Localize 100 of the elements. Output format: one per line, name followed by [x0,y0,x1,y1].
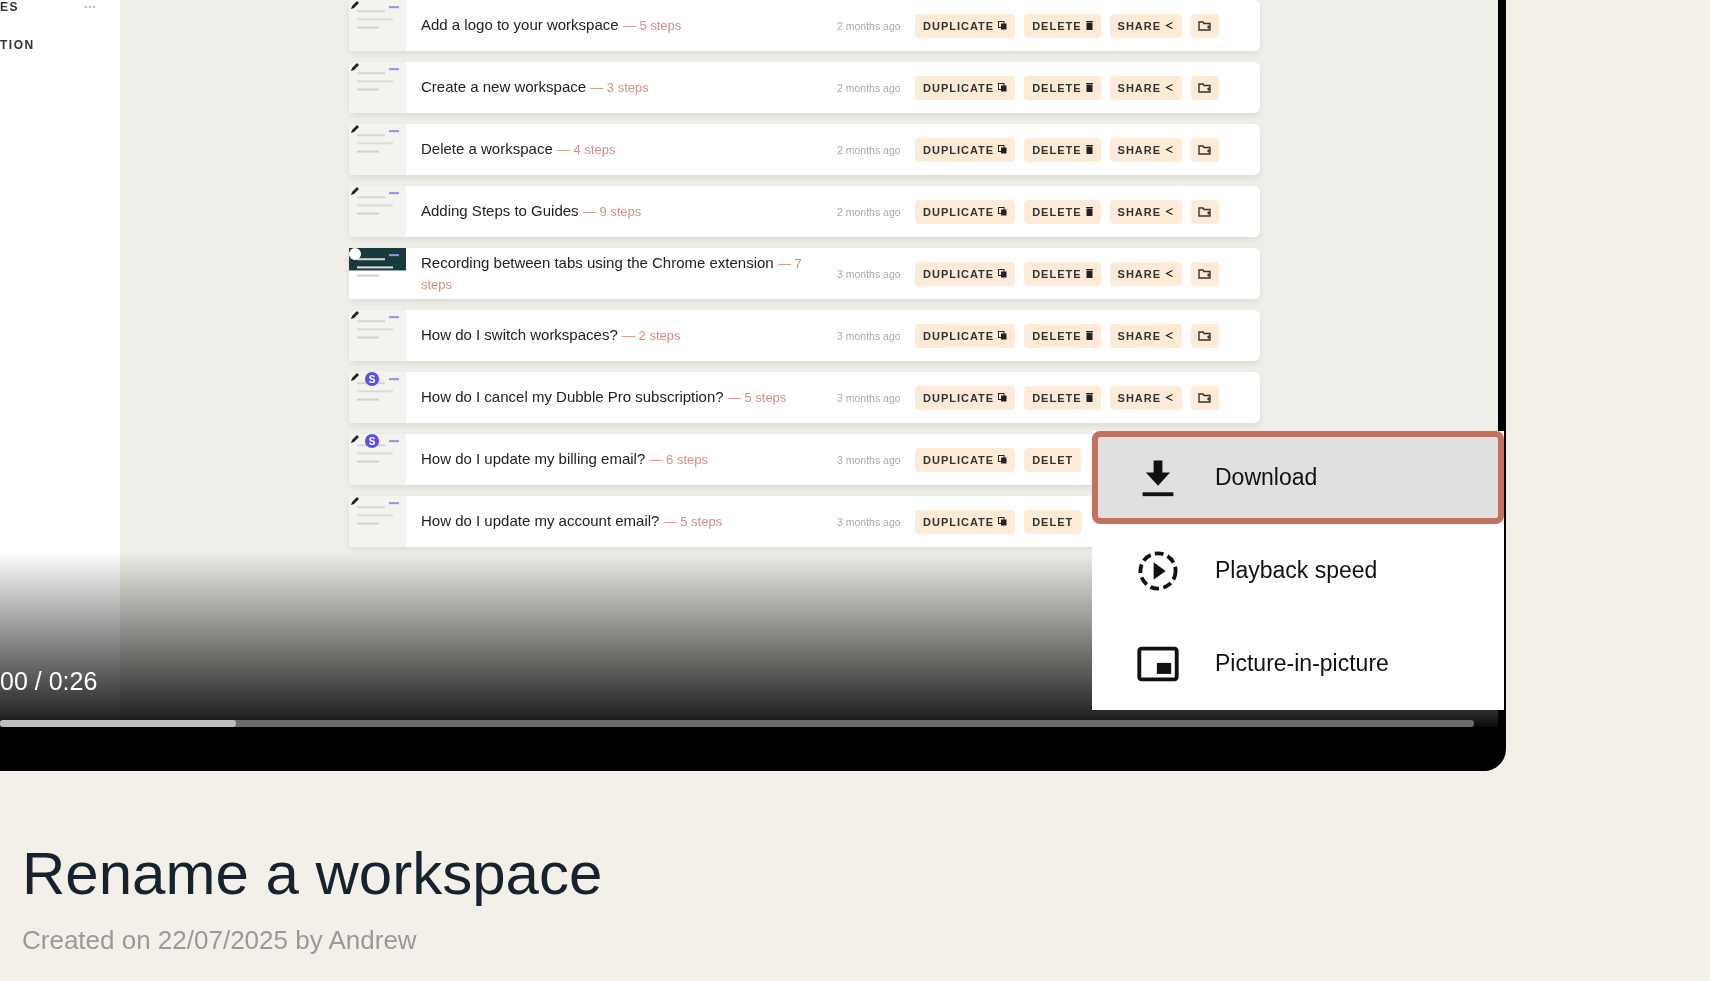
delete-button[interactable]: DELETE [1024,261,1101,286]
duplicate-button[interactable]: DUPLICATE [915,385,1016,410]
duplicate-button[interactable]: DUPLICATE [915,13,1016,38]
guide-title[interactable]: Delete a workspace — 4 steps [421,139,821,160]
duplicate-button[interactable]: DUPLICATE [915,447,1016,472]
pencil-icon [350,310,360,320]
guide-title[interactable]: Create a new workspace — 3 steps [421,77,821,98]
share-button[interactable]: SHARE [1109,385,1183,410]
share-button[interactable]: SHARE [1109,137,1183,162]
share-icon [1165,331,1175,340]
trash-icon [1085,83,1093,92]
move-to-folder-button[interactable] [1191,261,1220,286]
guide-card[interactable]: How do I switch workspaces? — 2 steps 3 months ago DUPLICATE DELETE SHARE [349,310,1260,361]
timestamp: 2 months ago [837,205,902,218]
menu-item[interactable]: Picture-in-picture [1092,617,1504,710]
share-button[interactable]: SHARE [1109,13,1183,38]
thumbnail [349,372,406,423]
share-button[interactable]: SHARE [1109,261,1183,286]
share-icon [1165,269,1175,278]
guide-card[interactable]: Create a new workspace — 3 steps 2 months ago DUPLICATE DELETE SHARE [349,62,1260,113]
thumbnail [349,310,406,361]
duplicate-button[interactable]: DUPLICATE [915,323,1016,348]
timestamp: 3 months ago [837,453,902,466]
trash-icon [1085,269,1093,278]
move-to-folder-button[interactable] [1191,323,1220,348]
copy-icon [998,455,1008,464]
move-to-folder-button[interactable] [1191,75,1220,100]
guide-card[interactable]: Add a logo to your workspace — 5 steps 2 months ago DUPLICATE DELETE SHARE [349,0,1260,51]
guide-title[interactable]: How do I update my account email? — 5 steps [421,511,821,532]
playback-time: 00 / 0:26 [0,667,99,696]
guide-title[interactable]: How do I cancel my Dubble Pro subscription? — 5 steps [421,387,821,408]
pencil-icon [350,186,360,196]
copy-icon [998,331,1008,340]
move-to-folder-button[interactable] [1191,13,1220,38]
guide-card[interactable]: Delete a workspace — 4 steps 2 months ago DUPLICATE DELETE SHARE [349,124,1260,175]
delete-button[interactable]: DELETE [1024,199,1101,224]
duplicate-button[interactable]: DUPLICATE [915,137,1016,162]
folder-plus-icon [1198,143,1213,156]
share-button[interactable]: SHARE [1109,199,1183,224]
share-button[interactable]: SHARE [1109,323,1183,348]
pencil-icon [350,372,360,382]
copy-icon [998,21,1008,30]
move-to-folder-button[interactable] [1191,199,1220,224]
copy-icon [998,207,1008,216]
guide-card[interactable]: Recording between tabs using the Chrome extension — 7 steps 3 months ago DUPLICATE DELETE SHARE [349,248,1260,299]
timestamp: 2 months ago [837,143,902,156]
duplicate-button[interactable]: DUPLICATE [915,75,1016,100]
copy-icon [998,269,1008,278]
delete-button[interactable]: DELETE [1024,323,1101,348]
share-icon [1165,393,1175,402]
sidebar-label[interactable]: ES [0,0,19,14]
guide-title[interactable]: How do I update my billing email? — 6 steps [421,449,821,470]
delete-button[interactable]: DELET [1024,447,1082,472]
thumbnail [349,0,406,51]
thumbnail [349,186,406,237]
pencil-icon [350,434,360,444]
duplicate-button[interactable]: DUPLICATE [915,261,1016,286]
delete-button[interactable]: DELETE [1024,75,1101,100]
duplicate-button[interactable]: DUPLICATE [915,509,1016,534]
trash-icon [1085,393,1093,402]
folder-plus-icon [1198,267,1213,280]
guide-card[interactable]: Adding Steps to Guides — 9 steps 2 months ago DUPLICATE DELETE SHARE [349,186,1260,237]
trash-icon [1085,21,1093,30]
playback-speed-icon [1136,548,1180,593]
share-button[interactable]: SHARE [1109,75,1183,100]
page-title: Rename a workspace [21,839,604,909]
guide-title[interactable]: Recording between tabs using the Chrome extension — 7 steps [421,252,821,295]
trash-icon [1085,331,1093,340]
folder-plus-icon [1198,329,1213,342]
sidebar-label[interactable]: TION [0,38,120,52]
duplicate-button[interactable]: DUPLICATE [915,199,1016,224]
thumbnail [349,124,406,175]
delete-button[interactable]: DELETE [1024,385,1101,410]
share-icon [1165,207,1175,216]
timestamp: 3 months ago [837,515,902,528]
video-player[interactable] [0,0,1506,771]
timestamp: 3 months ago [837,267,902,280]
trash-icon [1085,145,1093,154]
pencil-icon [350,62,360,72]
thumbnail [349,434,406,485]
move-to-folder-button[interactable] [1191,137,1220,162]
menu-item[interactable]: Download [1092,431,1504,524]
delete-button[interactable]: DELET [1024,509,1082,534]
guide-title[interactable]: How do I switch workspaces? — 2 steps [421,325,821,346]
guide-title[interactable]: Add a logo to your workspace — 5 steps [421,15,821,36]
share-icon [1165,145,1175,154]
timestamp: 2 months ago [837,81,902,94]
share-icon [1165,83,1175,92]
delete-button[interactable]: DELETE [1024,137,1101,162]
pencil-icon [350,0,360,10]
delete-button[interactable]: DELETE [1024,13,1101,38]
move-to-folder-button[interactable] [1191,385,1220,410]
share-icon [1165,21,1175,30]
guide-title[interactable]: Adding Steps to Guides — 9 steps [421,201,821,222]
copy-icon [998,145,1008,154]
trash-icon [1085,207,1093,216]
guide-card[interactable]: S How do I cancel my Dubble Pro subscription? — 5 steps 3 months ago DUPLICATE DELETE SHARE [349,372,1260,423]
timestamp: 3 months ago [837,329,902,342]
timestamp: 3 months ago [837,391,902,404]
pencil-icon [350,124,360,134]
